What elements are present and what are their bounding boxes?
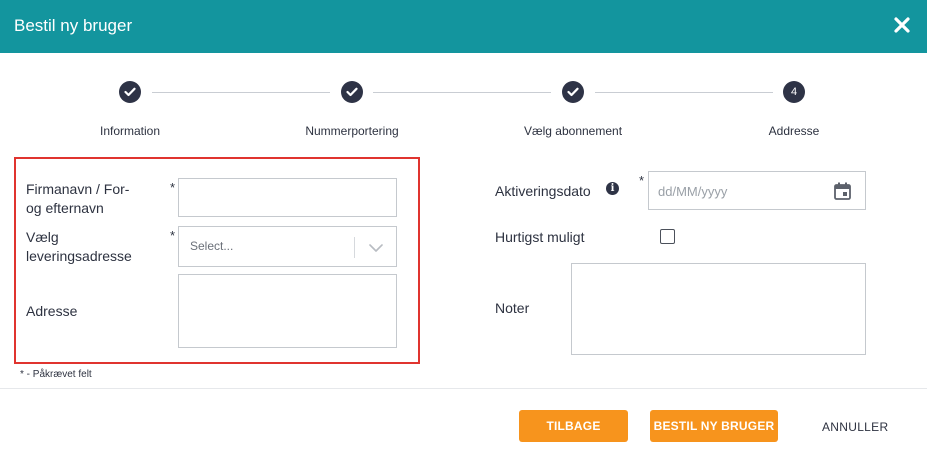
- step-connector: [595, 92, 773, 93]
- step-3-check-icon: [562, 81, 584, 103]
- calendar-icon[interactable]: [834, 182, 851, 200]
- delivery-address-label-line2: leveringsadresse: [26, 248, 132, 264]
- close-icon[interactable]: [893, 16, 911, 34]
- info-icon[interactable]: i: [606, 182, 619, 195]
- company-name-label-line1: Firmanavn / For-: [26, 181, 130, 197]
- address-label: Adresse: [26, 303, 78, 319]
- cancel-button[interactable]: ANNULLER: [822, 420, 888, 434]
- delivery-address-label-line1: Vælg: [26, 229, 59, 245]
- dialog-header: Bestil ny bruger: [0, 0, 927, 53]
- activation-date-label: Aktiveringsdato: [495, 183, 591, 199]
- required-field-note: * - Påkrævet felt: [20, 369, 92, 380]
- select-placeholder: Select...: [190, 239, 234, 253]
- address-textarea[interactable]: [178, 274, 397, 348]
- asap-label: Hurtigst muligt: [495, 229, 585, 245]
- date-placeholder: dd/MM/yyyy: [658, 184, 728, 199]
- footer-divider: [0, 388, 927, 389]
- delivery-address-label: Vælg leveringsadresse: [26, 228, 132, 266]
- dialog-title: Bestil ny bruger: [14, 16, 133, 35]
- required-marker: *: [639, 173, 645, 188]
- notes-label: Noter: [495, 300, 530, 316]
- order-new-user-button[interactable]: BESTIL NY BRUGER: [650, 410, 778, 442]
- required-marker: *: [170, 180, 176, 195]
- notes-textarea[interactable]: [571, 263, 866, 355]
- activation-date-input[interactable]: dd/MM/yyyy: [648, 171, 866, 210]
- back-button[interactable]: TILBAGE: [519, 410, 628, 442]
- company-name-label: Firmanavn / For- og efternavn: [26, 180, 129, 218]
- select-divider: [354, 237, 355, 258]
- step-connector: [373, 92, 551, 93]
- company-name-input[interactable]: [178, 178, 397, 217]
- required-marker: *: [170, 228, 176, 243]
- step-4-number: 4: [783, 81, 805, 103]
- step-connector: [152, 92, 330, 93]
- step-label-nummerportering: Nummerportering: [305, 124, 399, 138]
- progress-stepper: 4 Information Nummerportering Vælg abonn…: [0, 78, 927, 138]
- company-name-label-line2: og efternavn: [26, 200, 104, 216]
- step-2-check-icon: [341, 81, 363, 103]
- delivery-address-select[interactable]: Select...: [178, 226, 397, 267]
- step-label-addresse: Addresse: [768, 124, 820, 138]
- step-1-check-icon: [119, 81, 141, 103]
- step-label-information: Information: [99, 124, 161, 138]
- step-label-abonnement: Vælg abonnement: [523, 124, 623, 138]
- asap-checkbox[interactable]: [660, 229, 675, 244]
- chevron-down-icon[interactable]: [368, 241, 384, 253]
